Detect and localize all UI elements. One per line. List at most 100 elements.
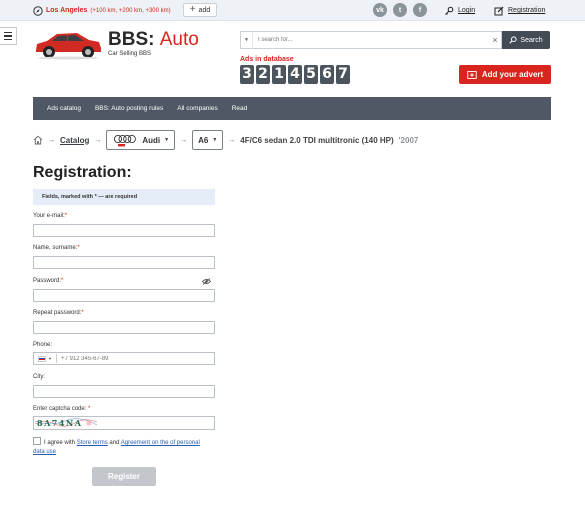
eye-slash-icon[interactable] (202, 278, 211, 285)
nav-item-ads-catalog[interactable]: Ads catalog (47, 105, 81, 112)
ranges-close: ) (168, 7, 171, 14)
vk-icon[interactable]: vk (373, 3, 387, 17)
search-button-label: Search (520, 36, 543, 44)
city-field[interactable] (33, 385, 215, 398)
email-field[interactable] (33, 224, 215, 237)
search-input[interactable] (253, 32, 489, 48)
arrow-right-icon: → (94, 136, 102, 144)
counter-digit: 6 (320, 65, 334, 84)
add-advert-label: Add your advert (481, 70, 544, 79)
captcha-field[interactable] (100, 417, 212, 429)
facebook-icon[interactable]: f (413, 3, 427, 17)
phone-label: Phone: (33, 342, 53, 348)
twitter-icon[interactable]: t (393, 3, 407, 17)
range-200-link[interactable]: +200 km (119, 8, 142, 14)
search-icon (509, 36, 518, 44)
brand-tagline: Car Selling BBS (108, 51, 152, 57)
counter-digit: 3 (240, 65, 254, 84)
nav-item-read[interactable]: Read (232, 105, 248, 112)
captcha-image: 8A74NA (35, 418, 97, 428)
arrow-right-icon: → (48, 136, 55, 144)
brand-title[interactable]: BBS: Auto (108, 29, 199, 51)
repeat-password-field[interactable] (33, 321, 215, 334)
breadcrumb-catalog-link[interactable]: Catalog (60, 136, 89, 145)
agree-checkbox[interactable] (33, 437, 41, 445)
search-bar: ▼ × (240, 31, 502, 49)
search-button[interactable]: Search (502, 31, 550, 49)
counter-digit: 1 (272, 65, 286, 84)
registration-label: Registration (508, 7, 546, 14)
password-label: Password:* (33, 278, 63, 284)
captcha-label-text: Enter captcha code: (33, 406, 87, 412)
add-button-label: add (198, 6, 211, 14)
register-button[interactable]: Register (92, 467, 156, 486)
key-icon (445, 6, 454, 15)
russia-flag-icon[interactable] (38, 355, 46, 362)
captcha-label: Enter captcha code: * (33, 406, 90, 412)
login-link[interactable]: Login (444, 4, 475, 17)
captcha-text: 8A74NA (37, 418, 82, 428)
email-label: Your e-mail:* (33, 213, 67, 219)
home-icon[interactable] (33, 135, 43, 145)
nav-item-all-companies[interactable]: All companies (177, 105, 217, 112)
make-dropdown-label: Audi (142, 135, 161, 145)
range-100-link[interactable]: +100 km (92, 8, 115, 14)
name-field[interactable] (33, 256, 215, 269)
add-button[interactable]: + add (183, 3, 217, 17)
brand-main: BBS: (108, 29, 155, 50)
model-dropdown[interactable]: A6 ▼ (192, 130, 224, 150)
compass-icon (33, 5, 43, 16)
location-selector[interactable]: Los Angeles (+100 km, +200 km, +300 km) (33, 4, 171, 17)
plus-icon: + (189, 4, 196, 15)
breadcrumb-year: '2007 (398, 135, 419, 145)
counter-digit: 5 (304, 65, 318, 84)
required-mark: * (81, 310, 84, 316)
arrow-right-icon: → (228, 136, 236, 144)
breadcrumb-current: 4F/C6 sedan 2.0 TDI multitronic (140 HP) (240, 135, 394, 145)
registration-link[interactable]: Registration (494, 4, 545, 17)
menu-toggle-button[interactable] (0, 27, 17, 45)
chevron-down-icon[interactable]: ▼ (48, 356, 52, 361)
phone-divider (55, 354, 57, 363)
counter-digit: 2 (256, 65, 270, 84)
required-mark: * (88, 406, 91, 412)
edit-icon (494, 6, 504, 15)
password-field[interactable] (33, 289, 215, 302)
location-city[interactable]: Los Angeles (46, 7, 87, 14)
repeat-password-label: Repeat password:* (33, 310, 84, 316)
location-ranges: (+100 km, +200 km, +300 km) (90, 7, 171, 14)
name-label-text: Name, surname: (33, 245, 78, 251)
counter-digit: 7 (336, 65, 350, 84)
clear-icon[interactable]: × (489, 35, 501, 45)
agree-prefix: I agree with (44, 440, 76, 446)
password-label-text: Password: (33, 278, 62, 284)
required-note: Fields, marked with * — are required (33, 189, 215, 205)
phone-field[interactable] (60, 353, 214, 364)
chevron-down-icon: ▼ (212, 137, 218, 143)
audi-rings-icon (114, 134, 137, 147)
arrow-right-icon: → (180, 136, 188, 144)
email-label-text: Your e-mail: (33, 213, 65, 219)
range-300-link[interactable]: +300 km (145, 8, 168, 14)
ads-counter: 3 2 1 4 5 6 7 (240, 65, 350, 84)
agree-terms: I agree with Store terms and Agreement o… (33, 437, 203, 457)
city-label: City: (33, 374, 45, 380)
main-nav: Ads catalog BBS: Auto posting rules All … (33, 97, 551, 120)
brand-accent: Auto (159, 29, 199, 50)
store-terms-link[interactable]: Store terms (77, 440, 108, 446)
add-advert-button[interactable]: Add your advert (459, 65, 551, 84)
page-title: Registration: (33, 164, 132, 181)
counter-digit: 4 (288, 65, 302, 84)
required-mark: * (61, 278, 64, 284)
make-dropdown[interactable]: Audi ▼ (106, 130, 176, 150)
ads-count-label: Ads in database (240, 56, 294, 63)
search-category-dropdown[interactable]: ▼ (241, 32, 253, 48)
repeat-password-label-text: Repeat password: (33, 310, 82, 316)
car-logo-icon[interactable] (33, 28, 103, 60)
required-mark: * (64, 213, 68, 219)
name-label: Name, surname:* (33, 245, 80, 251)
chevron-down-icon: ▼ (244, 37, 249, 43)
phone-field-wrap: ▼ (33, 352, 215, 365)
breadcrumb: → Catalog → Audi ▼ → A6 ▼ → 4F/C6 sedan … (33, 129, 418, 151)
nav-item-posting-rules[interactable]: BBS: Auto posting rules (95, 105, 163, 112)
